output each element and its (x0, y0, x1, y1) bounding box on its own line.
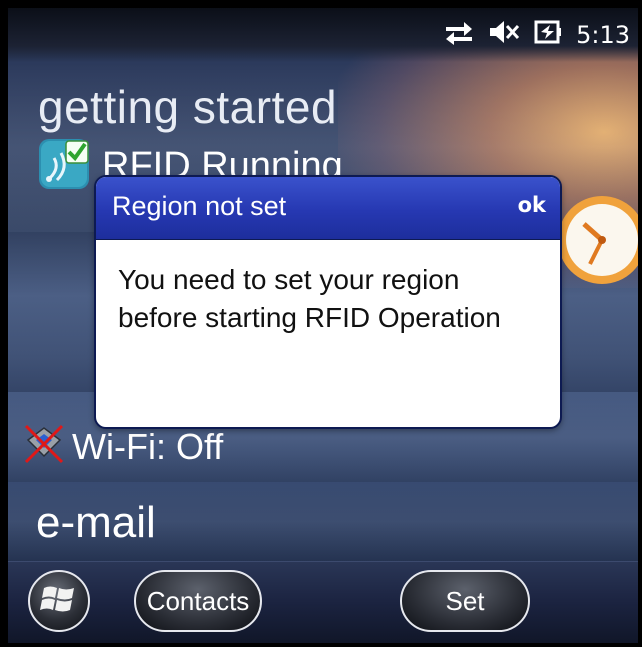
wifi-status-label: Wi-Fi: Off (72, 425, 224, 467)
dialog-title: Region not set (112, 191, 287, 221)
softkey-bar: Contacts Set (8, 561, 638, 643)
battery-charging-icon[interactable] (534, 18, 562, 51)
email-label[interactable]: e-mail (36, 498, 156, 548)
region-not-set-dialog: Region not set ok You need to set your r… (94, 175, 562, 429)
status-icons: 5:13 (444, 18, 630, 51)
wifi-status-row[interactable]: Wi-Fi: Off (22, 422, 223, 471)
contacts-softkey[interactable]: Contacts (134, 570, 262, 632)
wifi-off-icon (22, 422, 66, 471)
device-frame: 5:13 getting started RFID Running Wi-Fi:… (0, 0, 642, 647)
set-softkey[interactable]: Set (400, 570, 530, 632)
dialog-header: Region not set ok (96, 177, 560, 240)
clock-icon (556, 194, 638, 286)
windows-logo-icon (39, 579, 79, 624)
status-bar: 5:13 (8, 8, 638, 62)
home-screen: 5:13 getting started RFID Running Wi-Fi:… (8, 8, 638, 643)
rfid-app-icon (38, 138, 90, 195)
speaker-muted-icon[interactable] (488, 18, 520, 51)
start-button[interactable] (28, 570, 90, 632)
dialog-message: You need to set your region before start… (118, 264, 501, 333)
status-time[interactable]: 5:13 (576, 21, 630, 49)
dialog-ok-button[interactable]: ok (518, 193, 546, 217)
connectivity-arrows-icon[interactable] (444, 19, 474, 50)
getting-started-title: getting started (38, 81, 338, 133)
